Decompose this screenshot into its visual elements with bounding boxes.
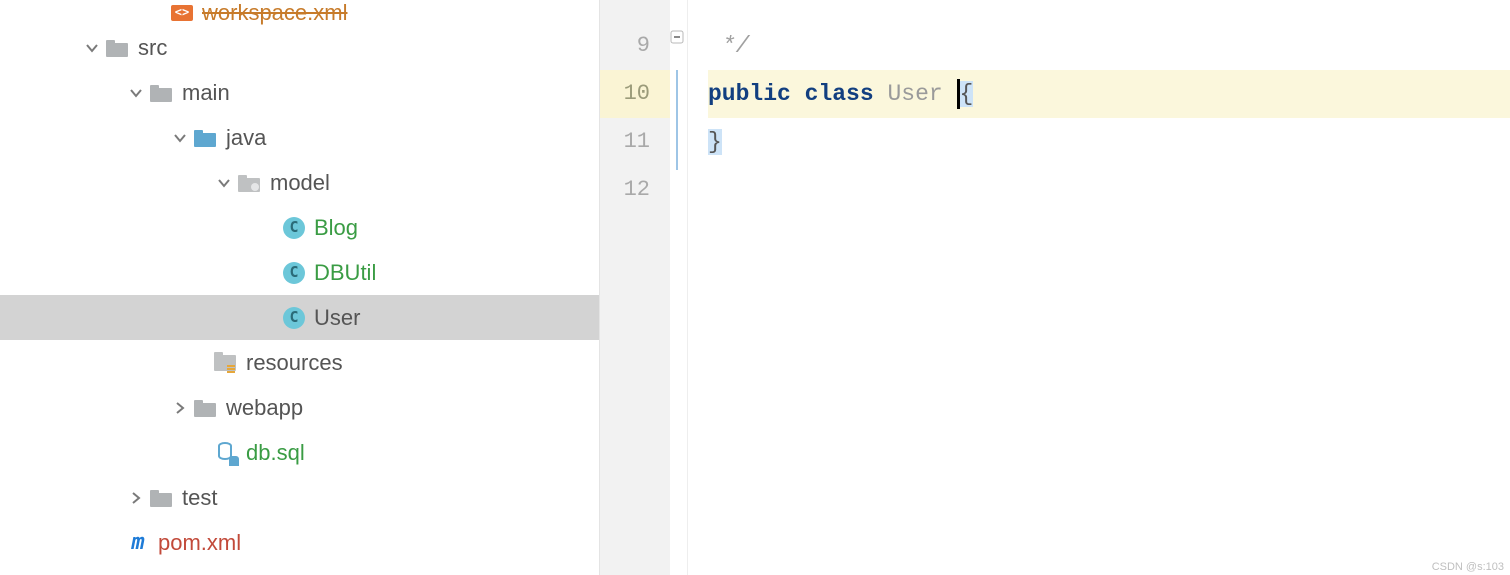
tree-label: db.sql [246, 430, 305, 475]
tree-item-dbutil[interactable]: C DBUtil [0, 250, 599, 295]
editor[interactable]: 9 10 11 12 */ public class User { } [600, 0, 1510, 575]
tree-label: User [314, 295, 360, 340]
tree-label: resources [246, 340, 343, 385]
resources-folder-icon [214, 351, 238, 375]
chevron-down-icon[interactable] [82, 38, 102, 58]
code-line-12[interactable] [708, 166, 1510, 214]
package-icon [238, 171, 262, 195]
chevron-down-icon[interactable] [170, 128, 190, 148]
line-number: 9 [600, 22, 670, 70]
tree-label: model [270, 160, 330, 205]
ide-root: <> workspace.xml src main java model C B… [0, 0, 1510, 575]
tree-label: pom.xml [158, 520, 241, 565]
folder-icon [106, 36, 130, 60]
tree-item-src[interactable]: src [0, 25, 599, 70]
tree-label: main [182, 70, 230, 115]
tree-label: Blog [314, 205, 358, 250]
folder-icon [150, 486, 174, 510]
code-area[interactable]: */ public class User { } [688, 0, 1510, 575]
java-class-icon: C [282, 216, 306, 240]
tree-item-dbsql[interactable]: db.sql [0, 430, 599, 475]
tree-item-webapp[interactable]: webapp [0, 385, 599, 430]
tree-item-user[interactable]: C User [0, 295, 599, 340]
code-line-11[interactable]: } [708, 118, 1510, 166]
java-class-icon: C [282, 261, 306, 285]
code-line-10[interactable]: public class User { [708, 70, 1510, 118]
tree-item-pom[interactable]: m pom.xml [0, 520, 599, 565]
tree-label: workspace.xml [202, 0, 347, 25]
tree-item-main[interactable]: main [0, 70, 599, 115]
line-number: 12 [600, 166, 670, 214]
project-tree[interactable]: <> workspace.xml src main java model C B… [0, 0, 600, 575]
java-class-icon: C [282, 306, 306, 330]
folder-icon [150, 81, 174, 105]
tree-label: src [138, 25, 167, 70]
fold-strip[interactable] [670, 0, 688, 575]
chevron-right-icon[interactable] [170, 398, 190, 418]
fold-close-icon[interactable] [670, 24, 684, 38]
tree-label: java [226, 115, 266, 160]
watermark: CSDN @s:103 [1432, 561, 1504, 573]
tree-label: test [182, 475, 217, 520]
line-number-gutter: 9 10 11 12 [600, 0, 670, 575]
sql-file-icon [214, 441, 238, 465]
source-folder-icon [194, 126, 218, 150]
xml-file-icon: <> [170, 1, 194, 25]
fold-line [676, 70, 678, 170]
tree-item-test[interactable]: test [0, 475, 599, 520]
folder-icon [194, 396, 218, 420]
tree-item-java[interactable]: java [0, 115, 599, 160]
tree-label: DBUtil [314, 250, 376, 295]
line-number: 11 [600, 118, 670, 166]
chevron-right-icon[interactable] [126, 488, 146, 508]
chevron-down-icon[interactable] [126, 83, 146, 103]
tree-item-blog[interactable]: C Blog [0, 205, 599, 250]
tree-item-resources[interactable]: resources [0, 340, 599, 385]
code-line-9[interactable]: */ [708, 22, 1510, 70]
tree-label: webapp [226, 385, 303, 430]
tree-item-model[interactable]: model [0, 160, 599, 205]
tree-item-workspace-xml[interactable]: <> workspace.xml [0, 0, 599, 25]
maven-icon: m [126, 531, 150, 555]
chevron-down-icon[interactable] [214, 173, 234, 193]
line-number: 10 [600, 70, 670, 118]
